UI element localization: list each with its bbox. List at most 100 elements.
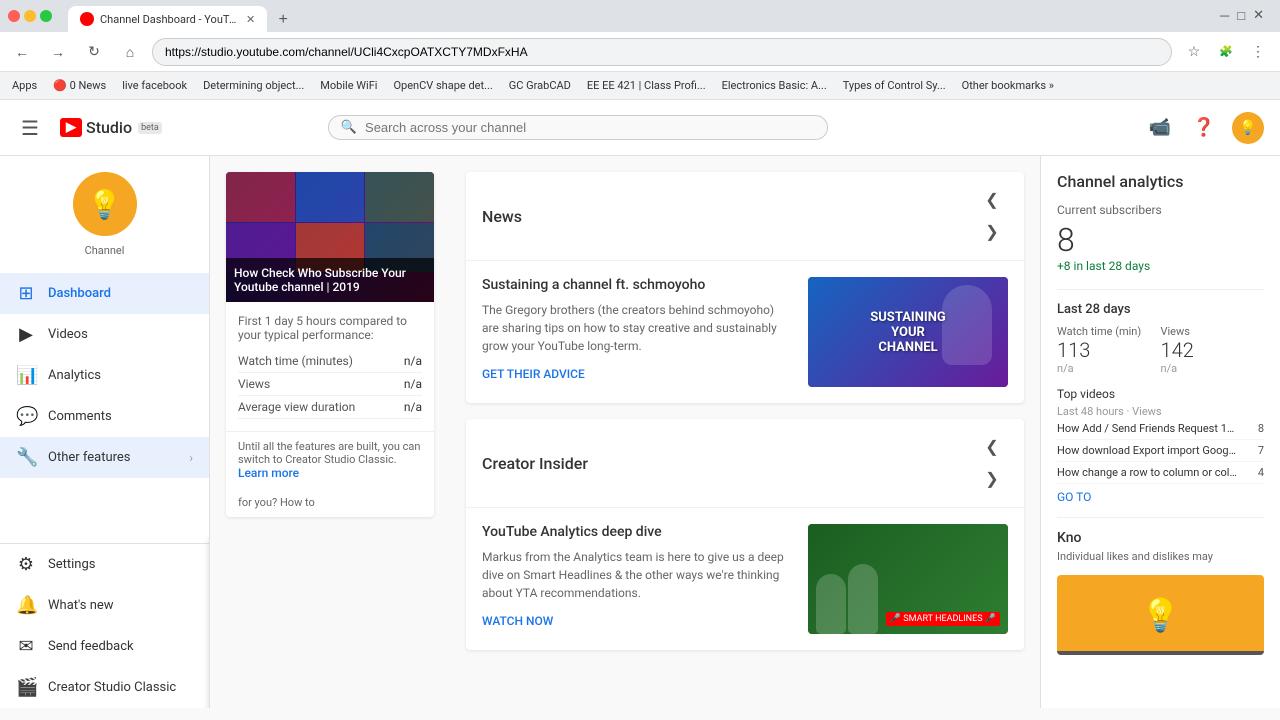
- creator-prev-btn[interactable]: ❮: [976, 431, 1008, 463]
- address-bar[interactable]: [152, 38, 1172, 66]
- window-max-btn[interactable]: [40, 10, 52, 22]
- news-article-text: Sustaining a channel ft. schmoyoho The G…: [482, 277, 792, 387]
- go-to-link[interactable]: GO TO: [1057, 490, 1091, 504]
- create-video-btn[interactable]: 📹: [1144, 112, 1176, 144]
- header-actions: 📹 ❓ 💡: [1144, 112, 1264, 144]
- news-article-desc: The Gregory brothers (the creators behin…: [482, 301, 792, 355]
- watch-time-label: Watch time (min): [1057, 325, 1161, 338]
- current-subs-label: Current subscribers: [1057, 203, 1264, 217]
- stat-label-views: Views: [238, 377, 270, 391]
- avatar-icon: 💡: [1239, 120, 1256, 136]
- know-desc: Individual likes and dislikes may: [1057, 550, 1264, 563]
- back-btn[interactable]: ←: [8, 38, 36, 66]
- sidebar-item-other-features[interactable]: 🔧 Other features ›: [0, 437, 209, 478]
- browser-titlebar: Channel Dashboard - YouTube S... ✕ + ─ □…: [0, 0, 1280, 32]
- menu-toggle[interactable]: ☰: [16, 116, 44, 140]
- sidebar-channel-label: Channel: [16, 244, 193, 257]
- forward-btn[interactable]: →: [44, 38, 72, 66]
- analytics-panel: Channel analytics Current subscribers 8 …: [1040, 156, 1280, 708]
- bookmark-opencv[interactable]: OpenCV shape det...: [389, 77, 496, 94]
- video-stats-intro: First 1 day 5 hours compared to your typ…: [238, 314, 422, 342]
- search-input[interactable]: [365, 120, 815, 135]
- learn-more-link[interactable]: Learn more: [238, 466, 299, 480]
- sidebar-item-comments[interactable]: 💬 Comments: [0, 396, 209, 437]
- menu-btn[interactable]: ⋮: [1244, 38, 1272, 66]
- left-content-panel: How Check Who Subscribe Your Youtube cha…: [210, 156, 450, 708]
- title-bar-btns: ─ □ ✕: [1220, 8, 1272, 24]
- bookmark-control[interactable]: Types of Control Sy...: [839, 77, 950, 94]
- sidebar-item-label-videos: Videos: [48, 327, 193, 342]
- window-close-btn[interactable]: [8, 10, 20, 22]
- smart-img: 🎤 SMART HEADLINES 🎤: [808, 524, 1008, 634]
- watch-time-value: 113: [1057, 338, 1161, 362]
- dashboard-icon: ⊞: [16, 283, 36, 304]
- bookmark-btn[interactable]: ☆: [1180, 38, 1208, 66]
- sidebar-avatar: 💡: [73, 172, 137, 236]
- creator-insider-link[interactable]: WATCH NOW: [482, 614, 553, 628]
- tb-min[interactable]: ─: [1220, 8, 1229, 24]
- watch-time-sub: n/a: [1057, 362, 1161, 375]
- active-tab[interactable]: Channel Dashboard - YouTube S... ✕: [68, 6, 267, 32]
- sidebar-item-feedback[interactable]: ✉ Send feedback: [0, 626, 209, 667]
- tab-favicon: [80, 12, 94, 26]
- news-card: News ❮ ❯ Sustaining a channel ft. schmoy…: [466, 172, 1024, 403]
- home-btn[interactable]: ⌂: [116, 38, 144, 66]
- views-label: Views: [1161, 325, 1265, 338]
- bookmark-live[interactable]: live facebook: [118, 77, 191, 94]
- sidebar-item-label-classic: Creator Studio Classic: [48, 680, 193, 695]
- top-videos-subtitle: Last 48 hours · Views: [1057, 405, 1264, 418]
- views-value: 142: [1161, 338, 1265, 362]
- refresh-btn[interactable]: ↻: [80, 38, 108, 66]
- window-min-btn[interactable]: [24, 10, 36, 22]
- stat-label-duration: Average view duration: [238, 400, 355, 414]
- current-subs-value: 8: [1057, 221, 1264, 259]
- tab-bar: Channel Dashboard - YouTube S... ✕ +: [60, 0, 1212, 32]
- sidebar-item-settings[interactable]: ⚙ Settings: [0, 544, 209, 585]
- help-btn[interactable]: ❓: [1188, 112, 1220, 144]
- videos-icon: ▶: [16, 324, 36, 345]
- analytics-metrics-row: Watch time (min) 113 n/a Views 142 n/a: [1057, 325, 1264, 375]
- avatar[interactable]: 💡: [1232, 112, 1264, 144]
- tb-max[interactable]: □: [1237, 8, 1245, 24]
- bookmark-news[interactable]: 🔴 0 News: [49, 77, 110, 94]
- browser-toolbar-icons: ☆ 🧩 ⋮: [1180, 38, 1272, 66]
- news-article-link[interactable]: GET THEIR ADVICE: [482, 367, 585, 381]
- bookmark-other[interactable]: Other bookmarks »: [958, 77, 1058, 94]
- yt-logo[interactable]: ▶ Studio beta: [60, 118, 162, 137]
- video-thumbnail: How Check Who Subscribe Your Youtube cha…: [226, 172, 434, 302]
- mini-video-popup[interactable]: 💡: [1057, 575, 1264, 655]
- bookmark-apps[interactable]: Apps: [8, 77, 41, 94]
- feedback-icon: ✉: [16, 636, 36, 657]
- sidebar-item-videos[interactable]: ▶ Videos: [0, 314, 209, 355]
- browser-nav-bar: ← → ↻ ⌂ ☆ 🧩 ⋮: [0, 32, 1280, 72]
- bookmark-grabcad[interactable]: GC GrabCAD: [505, 77, 575, 94]
- creator-insider-text: YouTube Analytics deep dive Markus from …: [482, 524, 792, 634]
- thumbnail-grid: [226, 172, 434, 272]
- tb-close[interactable]: ✕: [1253, 8, 1264, 24]
- sidebar-item-whats-new[interactable]: 🔔 What's new: [0, 585, 209, 626]
- news-prev-btn[interactable]: ❮: [976, 184, 1008, 216]
- top-video-title-2: How download Export import Googl...: [1057, 444, 1237, 457]
- top-video-row-3: How change a row to column or colu... 4: [1057, 462, 1264, 484]
- whats-new-icon: 🔔: [16, 595, 36, 616]
- new-tab-btn[interactable]: +: [271, 8, 295, 32]
- extensions-btn[interactable]: 🧩: [1212, 38, 1240, 66]
- tab-close-btn[interactable]: ✕: [246, 13, 255, 26]
- sidebar-item-analytics[interactable]: 📊 Analytics: [0, 355, 209, 396]
- stat-value-views: n/a: [404, 377, 422, 391]
- analytics-panel-title: Channel analytics: [1057, 172, 1264, 191]
- sidebar-item-dashboard[interactable]: ⊞ Dashboard: [0, 273, 209, 314]
- chevron-right-icon: ›: [189, 451, 193, 465]
- thumb-2: [296, 172, 365, 222]
- sidebar-bottom-nav: ⚙ Settings 🔔 What's new ✉ Send feedback …: [0, 544, 209, 708]
- bookmark-ee421[interactable]: EE EE 421 | Class Profi...: [583, 77, 710, 94]
- news-next-btn[interactable]: ❯: [976, 216, 1008, 248]
- views-sub: n/a: [1161, 362, 1265, 375]
- creator-next-btn[interactable]: ❯: [976, 463, 1008, 495]
- bookmark-det[interactable]: Determining object...: [199, 77, 308, 94]
- sidebar-item-classic[interactable]: 🎬 Creator Studio Classic: [0, 667, 209, 708]
- bookmark-electronics[interactable]: Electronics Basic: A...: [718, 77, 831, 94]
- sidebar-channel: 💡 Channel: [0, 156, 209, 273]
- creator-insider-article-title: YouTube Analytics deep dive: [482, 524, 792, 540]
- bookmark-wifi[interactable]: Mobile WiFi: [316, 77, 381, 94]
